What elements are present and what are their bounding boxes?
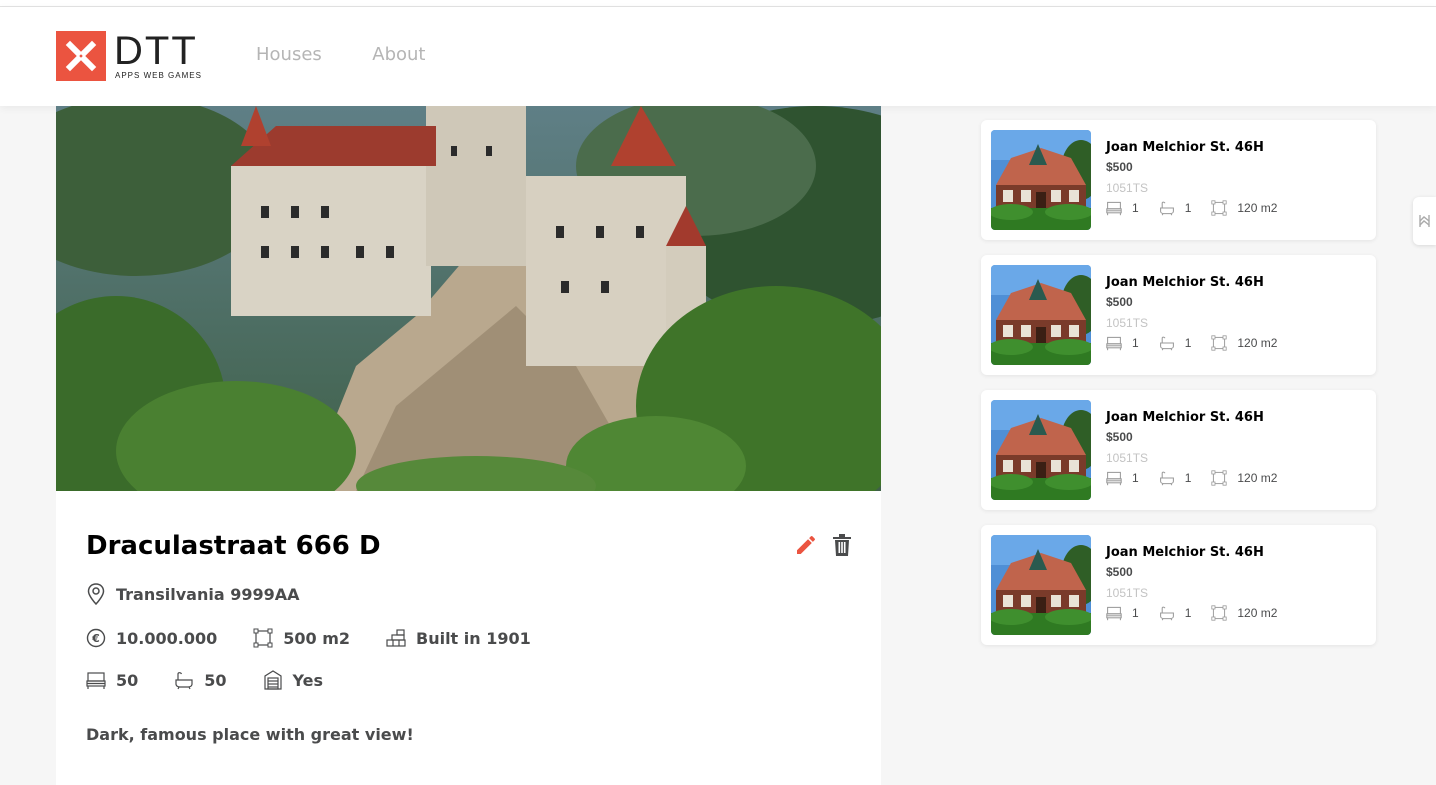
euro-icon: € xyxy=(86,628,106,648)
location-row: Transilvania 9999AA xyxy=(86,582,336,606)
header: DTT APPS WEB GAMES Houses About xyxy=(0,7,1436,106)
house-thumbnail xyxy=(991,535,1091,635)
card-size: 120 m2 xyxy=(1237,606,1278,620)
edit-button[interactable] xyxy=(794,533,818,557)
card-price: $500 xyxy=(1106,160,1133,174)
size-icon xyxy=(253,628,273,648)
location-pin-icon xyxy=(87,583,105,606)
logo-word: DTT xyxy=(114,29,198,73)
nav-houses[interactable]: Houses xyxy=(256,44,322,65)
size-icon xyxy=(1211,200,1227,216)
card-specs: 1 1 120 m2 xyxy=(1106,470,1297,486)
card-bathrooms: 1 xyxy=(1184,201,1192,215)
bathrooms-text: 50 xyxy=(204,670,227,690)
bath-icon xyxy=(1159,201,1174,216)
house-thumbnail xyxy=(991,400,1091,500)
price-size-row: € 10.000.000 500 m2 Built in 1901 xyxy=(86,628,567,648)
collapse-icon xyxy=(1419,215,1430,227)
top-border xyxy=(0,0,1436,7)
trash-icon xyxy=(833,534,851,556)
recommended-card[interactable]: Joan Melchior St. 46H $500 1051TS 1 1 12… xyxy=(981,525,1376,645)
card-size: 120 m2 xyxy=(1237,336,1278,350)
side-panel-tab[interactable] xyxy=(1413,197,1436,245)
logo-tagline: APPS WEB GAMES xyxy=(115,71,202,80)
pencil-icon xyxy=(797,535,815,554)
card-bedrooms: 1 xyxy=(1132,606,1139,620)
delete-button[interactable] xyxy=(831,533,853,557)
logo-mark-icon xyxy=(56,31,106,81)
card-bedrooms: 1 xyxy=(1132,471,1139,485)
nav-about[interactable]: About xyxy=(372,44,425,65)
house-thumbnail xyxy=(991,265,1091,365)
card-zip: 1051TS xyxy=(1106,316,1149,330)
card-bathrooms: 1 xyxy=(1184,471,1192,485)
bed-icon xyxy=(1106,336,1122,351)
built-text: Built in 1901 xyxy=(416,628,531,648)
dtt-logo[interactable]: DTT APPS WEB GAMES xyxy=(56,29,208,81)
card-bedrooms: 1 xyxy=(1132,201,1139,215)
card-address: Joan Melchior St. 46H xyxy=(1106,275,1264,290)
card-size: 120 m2 xyxy=(1237,201,1278,215)
card-price: $500 xyxy=(1106,295,1133,309)
card-bedrooms: 1 xyxy=(1132,336,1139,350)
rooms-row: 50 50 Yes xyxy=(86,670,359,690)
house-thumbnail xyxy=(991,130,1091,230)
bed-icon xyxy=(1106,606,1122,621)
card-address: Joan Melchior St. 46H xyxy=(1106,140,1264,155)
card-specs: 1 1 120 m2 xyxy=(1106,605,1297,621)
bedrooms-text: 50 xyxy=(116,670,139,690)
recommended-card[interactable]: Joan Melchior St. 46H $500 1051TS 1 1 12… xyxy=(981,255,1376,375)
card-zip: 1051TS xyxy=(1106,586,1149,600)
bath-icon xyxy=(1159,471,1174,486)
main-nav: Houses About xyxy=(256,44,471,65)
card-specs: 1 1 120 m2 xyxy=(1106,200,1297,216)
card-specs: 1 1 120 m2 xyxy=(1106,335,1297,351)
house-hero-image xyxy=(56,106,881,491)
recommended-card[interactable]: Joan Melchior St. 46H $500 1051TS 1 1 12… xyxy=(981,120,1376,240)
svg-text:€: € xyxy=(91,632,100,645)
card-price: $500 xyxy=(1106,565,1133,579)
card-zip: 1051TS xyxy=(1106,451,1149,465)
garage-text: Yes xyxy=(292,670,324,690)
price-text: 10.000.000 xyxy=(116,628,218,648)
bath-icon xyxy=(1159,606,1174,621)
size-icon xyxy=(1211,335,1227,351)
size-text: 500 m2 xyxy=(283,628,350,648)
card-address: Joan Melchior St. 46H xyxy=(1106,545,1264,560)
bed-icon xyxy=(86,672,106,689)
card-address: Joan Melchior St. 46H xyxy=(1106,410,1264,425)
house-description: Dark, famous place with great view! xyxy=(86,725,414,744)
size-icon xyxy=(1211,470,1227,486)
location-text: Transilvania 9999AA xyxy=(116,584,300,604)
bath-icon xyxy=(175,672,193,690)
card-zip: 1051TS xyxy=(1106,181,1149,195)
garage-icon xyxy=(263,670,282,690)
bed-icon xyxy=(1106,471,1122,486)
bath-icon xyxy=(1159,336,1174,351)
card-bathrooms: 1 xyxy=(1184,336,1192,350)
size-icon xyxy=(1211,605,1227,621)
construction-icon xyxy=(386,629,406,647)
recommended-card[interactable]: Joan Melchior St. 46H $500 1051TS 1 1 12… xyxy=(981,390,1376,510)
house-title: Draculastraat 666 D xyxy=(86,531,381,561)
house-detail: Draculastraat 666 D Transilvania 9999AA xyxy=(56,106,881,785)
card-price: $500 xyxy=(1106,430,1133,444)
card-size: 120 m2 xyxy=(1237,471,1278,485)
bed-icon xyxy=(1106,201,1122,216)
card-bathrooms: 1 xyxy=(1184,606,1192,620)
